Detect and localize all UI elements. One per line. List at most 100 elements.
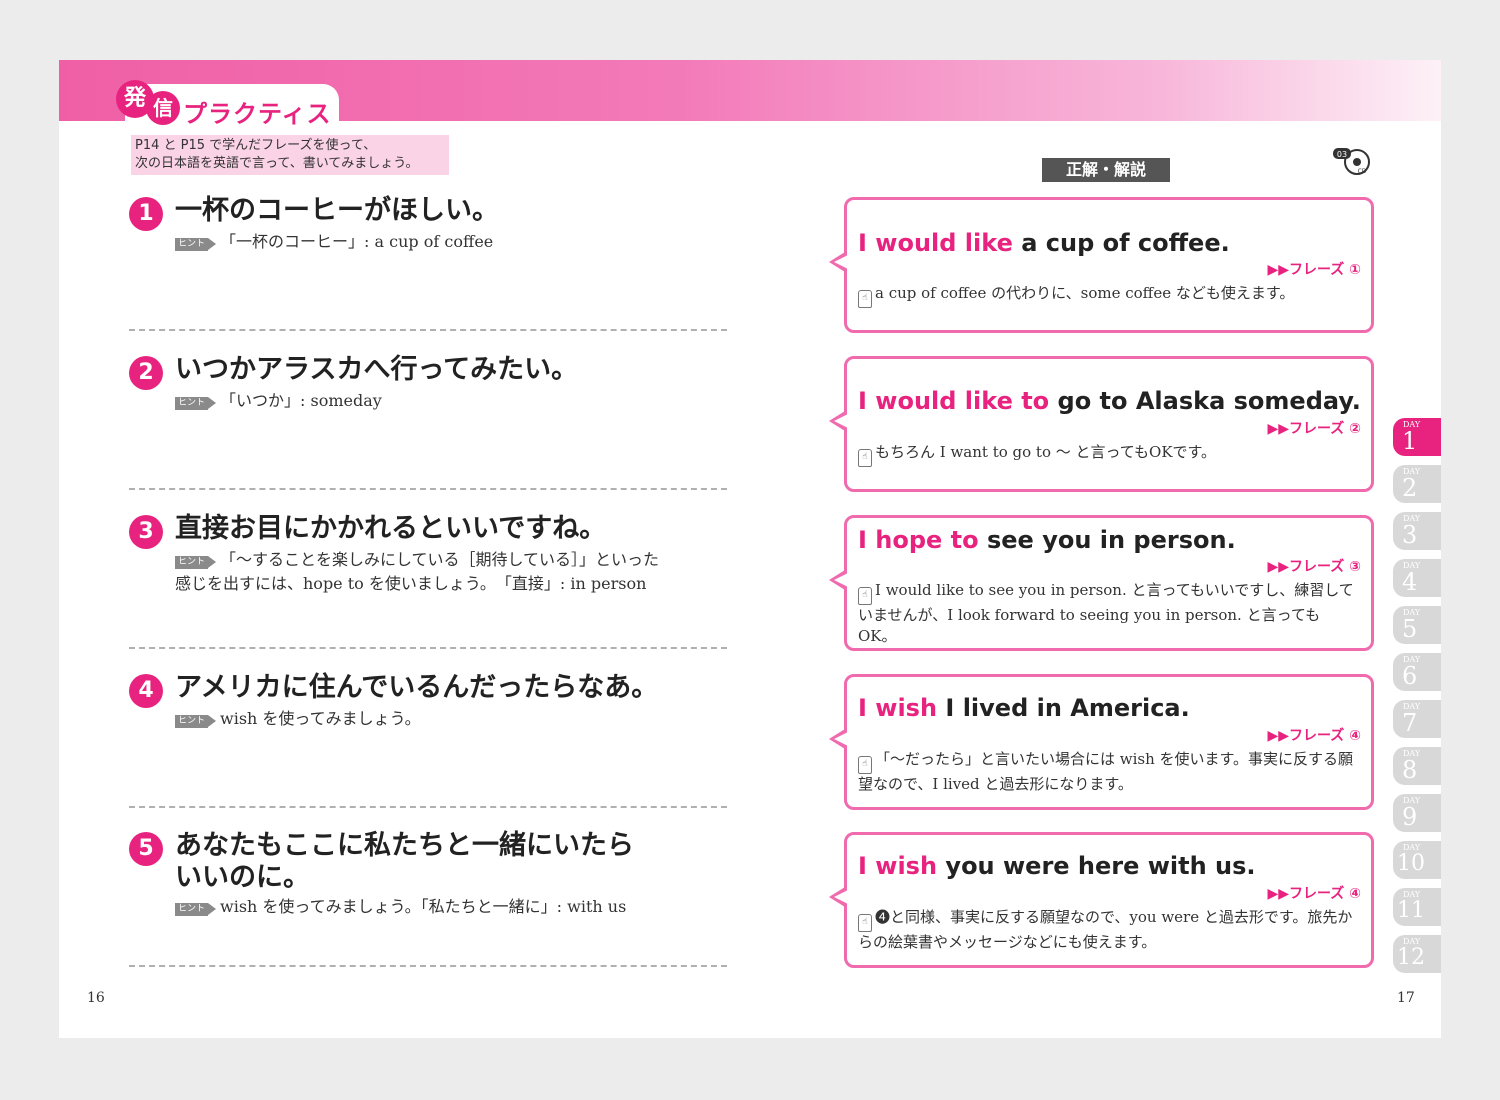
answer-card-5: I wish you were here with us. ▶▶フレーズ ④ ☝…: [829, 832, 1374, 968]
question-text: いつかアラスカへ行ってみたい。: [175, 354, 579, 385]
day-tab-5[interactable]: DAY 5: [1393, 606, 1441, 644]
answer-note: ☝ I would like to see you in person. と言って…: [858, 580, 1358, 647]
answer-note-text: 「～だったら」と言いたい場合には wish を使います。事実に反する願望なので、…: [858, 750, 1354, 793]
day-tab-number: 5: [1402, 615, 1418, 643]
phrase-ref: ▶▶フレーズ ②: [1267, 421, 1361, 437]
book-spread: 発 信 プラクティス P14 と P15 で学んだフレーズを使って、 次の日本語…: [59, 60, 1441, 1038]
day-tab-number: 2: [1402, 474, 1418, 502]
answer-rest: see you in person.: [978, 526, 1236, 554]
answer-sentence: I would like to go to Alaska someday.: [858, 387, 1361, 415]
phrase-ref: ▶▶フレーズ ④: [1267, 886, 1361, 902]
instruction-line-1: P14 と P15 で学んだフレーズを使って、: [135, 138, 377, 153]
instruction-box: P14 と P15 で学んだフレーズを使って、 次の日本語を英語で言って、書いて…: [131, 135, 449, 175]
cd-track-icon: 03 CD: [1333, 148, 1370, 175]
answer-highlight: I hope to: [858, 526, 979, 554]
pointing-hand-icon: ☝: [858, 449, 872, 467]
day-tab-number: 7: [1402, 709, 1418, 737]
hint-icon: ヒント: [175, 238, 217, 251]
cd-track-number: 03: [1337, 150, 1347, 159]
answer-rest: go to Alaska someday.: [1049, 387, 1361, 415]
answer-note: ☝ a cup of coffee の代わりに、some coffee なども使え…: [858, 283, 1358, 308]
day-tab-12[interactable]: DAY 12: [1393, 935, 1441, 973]
day-tab-9[interactable]: DAY 9: [1393, 794, 1441, 832]
answer-sentence: I wish I lived in America.: [858, 694, 1190, 722]
question-number: 1: [129, 197, 163, 231]
hint-icon: ヒント: [175, 397, 217, 410]
answer-note: ☝ もちろん I want to go to ～ と言ってもOKです。: [858, 442, 1358, 467]
hint: ヒント 「一杯のコーヒー」: a cup of coffee: [175, 230, 665, 254]
hint: ヒント wish を使ってみましょう。「私たちと一緒に」: with us: [175, 895, 665, 919]
logo-badge-2: 信: [146, 91, 180, 125]
hint-text: 「一杯のコーヒー」: a cup of coffee: [220, 232, 494, 251]
phrase-ref: ▶▶フレーズ ④: [1267, 728, 1361, 744]
hint: ヒント 「いつか」: someday: [175, 389, 665, 413]
day-tab-2[interactable]: DAY 2: [1393, 465, 1441, 503]
answer-highlight: I would like to: [858, 387, 1050, 415]
question-number: 5: [129, 832, 163, 866]
hint-text: 「～することを楽しみにしている［期待している］」といった感じを出すには、hope…: [175, 550, 660, 593]
page-number-right: 17: [1397, 990, 1415, 1006]
day-tab-7[interactable]: DAY 7: [1393, 700, 1441, 738]
answer-sentence: I hope to see you in person.: [858, 526, 1236, 554]
day-tab-11[interactable]: DAY 11: [1393, 888, 1441, 926]
divider: [129, 488, 727, 490]
day-tab-number: 11: [1397, 898, 1425, 923]
answer-rest: I lived in America.: [937, 694, 1190, 722]
hint: ヒント wish を使ってみましょう。: [175, 707, 665, 731]
answer-note: ☝ ❹と同様、事実に反する願望なので、you were と過去形です。旅先からの絵…: [858, 907, 1358, 953]
day-tab-6[interactable]: DAY 6: [1393, 653, 1441, 691]
answer-rest: a cup of coffee.: [1012, 229, 1230, 257]
hint: ヒント 「～することを楽しみにしている［期待している］」といった感じを出すには、h…: [175, 548, 665, 596]
answer-card-3: I hope to see you in person. ▶▶フレーズ ③ ☝ I…: [829, 515, 1374, 651]
page-number-left: 16: [87, 990, 105, 1006]
question-text: 直接お目にかかれるといいですね。: [175, 513, 607, 544]
answer-card-1: I would like a cup of coffee. ▶▶フレーズ ① ☝…: [829, 197, 1374, 333]
pointing-hand-icon: ☝: [858, 587, 872, 605]
question-text: あなたもここに私たちと一緒にいたらいいのに。: [175, 830, 634, 893]
day-tab-number: 6: [1402, 662, 1418, 690]
day-tab-number: 1: [1402, 427, 1418, 455]
question-number: 4: [129, 674, 163, 708]
answer-rest: you were here with us.: [937, 852, 1256, 880]
day-tab-number: 4: [1402, 568, 1418, 596]
day-tab-3[interactable]: DAY 3: [1393, 512, 1441, 550]
day-tab-4[interactable]: DAY 4: [1393, 559, 1441, 597]
answer-note-text: I would like to see you in person. と言っても…: [858, 581, 1354, 645]
phrase-ref: ▶▶フレーズ ①: [1267, 262, 1361, 278]
divider: [129, 647, 727, 649]
phrase-ref: ▶▶フレーズ ③: [1267, 559, 1361, 575]
pointing-hand-icon: ☝: [858, 290, 872, 308]
answer-highlight: I wish: [858, 694, 938, 722]
instruction-line-2: 次の日本語を英語で言って、書いてみましょう。: [135, 156, 419, 171]
divider: [129, 965, 727, 967]
hint-icon: ヒント: [175, 715, 217, 728]
day-tab-10[interactable]: DAY 10: [1393, 841, 1441, 879]
hint-icon: ヒント: [175, 556, 217, 569]
question-text: アメリカに住んでいるんだったらなあ。: [175, 672, 659, 703]
day-tab-number: 12: [1397, 945, 1425, 970]
answer-note-text: もちろん I want to go to ～ と言ってもOKです。: [875, 443, 1217, 461]
answer-note: ☝ 「～だったら」と言いたい場合には wish を使います。事実に反する願望なので…: [858, 749, 1358, 795]
hint-text: wish を使ってみましょう。「私たちと一緒に」: with us: [220, 897, 627, 916]
day-tab-number: 10: [1397, 851, 1425, 876]
day-tab-number: 8: [1402, 756, 1418, 784]
question-number: 3: [129, 515, 163, 549]
section-title: プラクティス: [183, 100, 332, 128]
answer-sentence: I wish you were here with us.: [858, 852, 1256, 880]
hint-text: 「いつか」: someday: [220, 391, 382, 410]
day-tab-number: 9: [1402, 803, 1418, 831]
day-tab-1[interactable]: DAY 1: [1393, 418, 1441, 456]
answer-highlight: I wish: [858, 852, 938, 880]
day-tab-8[interactable]: DAY 8: [1393, 747, 1441, 785]
answer-note-text: ❹と同様、事実に反する願望なので、you were と過去形です。旅先からの絵葉…: [858, 908, 1353, 951]
pointing-hand-icon: ☝: [858, 756, 872, 774]
day-tab-number: 3: [1402, 521, 1418, 549]
hint-icon: ヒント: [175, 903, 217, 916]
question-text: 一杯のコーヒーがほしい。: [175, 195, 499, 226]
answer-card-4: I wish I lived in America. ▶▶フレーズ ④ ☝ 「～だ…: [829, 674, 1374, 810]
answer-sentence: I would like a cup of coffee.: [858, 229, 1230, 257]
question-number: 2: [129, 356, 163, 390]
divider: [129, 329, 727, 331]
pointing-hand-icon: ☝: [858, 914, 872, 932]
hint-text: wish を使ってみましょう。: [220, 709, 421, 728]
